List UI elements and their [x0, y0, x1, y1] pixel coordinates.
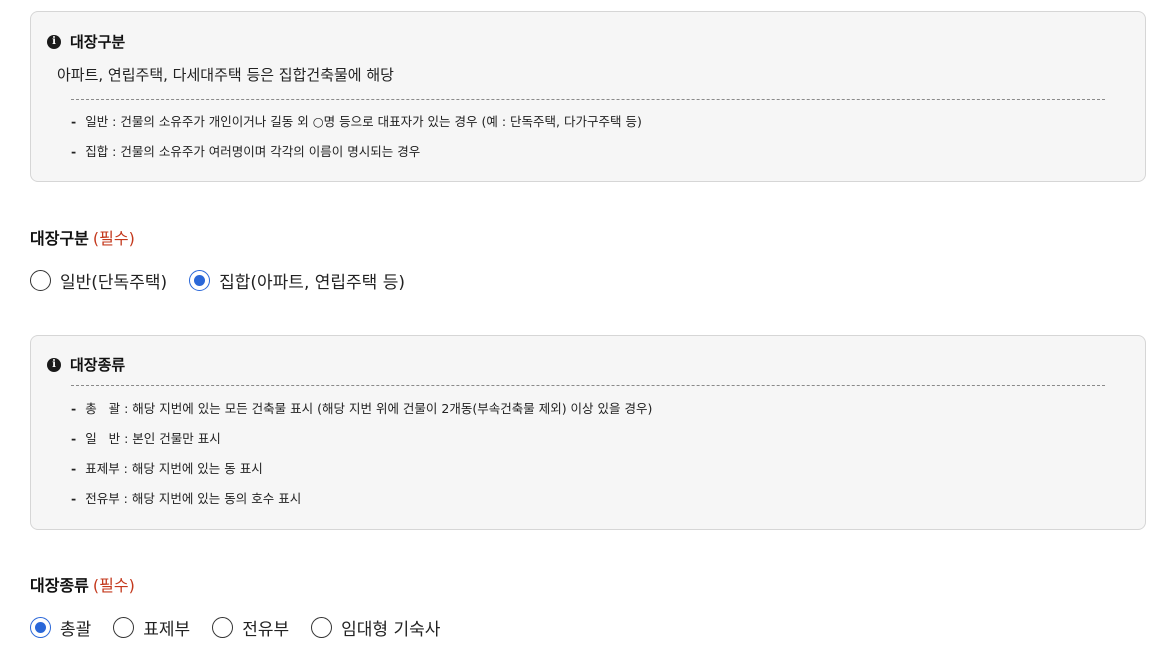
register-kind-info-box: i 대장종류 - 총 괄 : 해당 지번에 있는 모든 건축물 표시 (해당 지… — [30, 335, 1146, 530]
list-item: - 표제부 : 해당 지번에 있는 동 표시 — [71, 460, 652, 490]
radio-button-selected[interactable] — [30, 617, 51, 638]
dash-bullet-icon: - — [71, 144, 77, 159]
radio-register-type-general[interactable]: 일반(단독주택) — [30, 268, 167, 293]
register-kind-radio-group: 총괄 표제부 전유부 임대형 기숙사 — [30, 615, 462, 640]
radio-register-type-collective[interactable]: 집합(아파트, 연립주택 등) — [189, 268, 405, 293]
radio-dot — [35, 622, 46, 633]
radio-dot — [194, 275, 206, 286]
list-item-text: 일 반 : 본인 건물만 표시 — [85, 431, 221, 446]
radio-register-kind-title-section[interactable]: 표제부 — [113, 615, 190, 640]
radio-register-kind-summary[interactable]: 총괄 — [30, 615, 91, 640]
register-kind-label: 대장종류 (필수) — [30, 572, 135, 596]
radio-button[interactable] — [113, 617, 135, 638]
list-item-text: 표제부 : 해당 지번에 있는 동 표시 — [85, 461, 263, 476]
dash-bullet-icon: - — [71, 461, 77, 476]
radio-label[interactable]: 임대형 기숙사 — [341, 615, 440, 640]
required-marker: (필수) — [92, 576, 135, 595]
register-kind-info-list: - 총 괄 : 해당 지번에 있는 모든 건축물 표시 (해당 지번 위에 건물… — [71, 400, 652, 520]
required-marker: (필수) — [92, 229, 135, 248]
register-type-info-list: - 일반 : 건물의 소유주가 개인이거나 길동 외 ○명 등으로 대표자가 있… — [71, 113, 642, 173]
radio-label[interactable]: 일반(단독주택) — [60, 268, 167, 293]
register-kind-info-title: 대장종류 — [70, 356, 126, 374]
register-type-label-text: 대장구분 — [30, 229, 89, 248]
register-type-info-description: 아파트, 연립주택, 다세대주택 등은 집합건축물에 해당 — [57, 66, 394, 84]
radio-register-kind-exclusive-section[interactable]: 전유부 — [212, 615, 289, 640]
radio-label[interactable]: 집합(아파트, 연립주택 등) — [219, 268, 405, 293]
list-item: - 일 반 : 본인 건물만 표시 — [71, 430, 652, 460]
register-kind-label-text: 대장종류 — [30, 576, 89, 595]
radio-label[interactable]: 표제부 — [143, 615, 190, 640]
register-type-info-heading: i 대장구분 — [47, 31, 125, 52]
list-item: - 전유부 : 해당 지번에 있는 동의 호수 표시 — [71, 490, 652, 520]
list-item-text: 일반 : 건물의 소유주가 개인이거나 길동 외 ○명 등으로 대표자가 있는 … — [85, 114, 642, 129]
radio-button[interactable] — [311, 617, 333, 638]
dash-bullet-icon: - — [71, 491, 77, 506]
radio-label[interactable]: 총괄 — [60, 615, 91, 640]
divider — [71, 385, 1105, 386]
register-kind-info-heading: i 대장종류 — [47, 354, 125, 375]
register-type-radio-group: 일반(단독주택) 집합(아파트, 연립주택 등) — [30, 268, 427, 293]
dash-bullet-icon: - — [71, 401, 77, 416]
page: i 대장구분 아파트, 연립주택, 다세대주택 등은 집합건축물에 해당 - 일… — [0, 0, 1172, 657]
register-type-label: 대장구분 (필수) — [30, 225, 135, 249]
radio-button-selected[interactable] — [189, 270, 211, 291]
list-item: - 집합 : 건물의 소유주가 여러명이며 각각의 이름이 명시되는 경우 — [71, 143, 642, 173]
info-icon: i — [47, 357, 61, 372]
list-item-text: 총 괄 : 해당 지번에 있는 모든 건축물 표시 (해당 지번 위에 건물이 … — [85, 401, 653, 416]
radio-label[interactable]: 전유부 — [242, 615, 289, 640]
list-item-text: 집합 : 건물의 소유주가 여러명이며 각각의 이름이 명시되는 경우 — [85, 144, 421, 159]
dash-bullet-icon: - — [71, 431, 77, 446]
register-type-info-box: i 대장구분 아파트, 연립주택, 다세대주택 등은 집합건축물에 해당 - 일… — [30, 11, 1146, 182]
register-type-info-title: 대장구분 — [70, 33, 126, 51]
list-item-text: 전유부 : 해당 지번에 있는 동의 호수 표시 — [85, 491, 302, 506]
list-item: - 일반 : 건물의 소유주가 개인이거나 길동 외 ○명 등으로 대표자가 있… — [71, 113, 642, 143]
radio-register-kind-rental-dormitory[interactable]: 임대형 기숙사 — [311, 615, 440, 640]
info-icon: i — [47, 34, 61, 49]
list-item: - 총 괄 : 해당 지번에 있는 모든 건축물 표시 (해당 지번 위에 건물… — [71, 400, 652, 430]
dash-bullet-icon: - — [71, 114, 77, 129]
radio-button[interactable] — [212, 617, 234, 638]
divider — [71, 99, 1105, 100]
radio-button[interactable] — [30, 270, 51, 291]
